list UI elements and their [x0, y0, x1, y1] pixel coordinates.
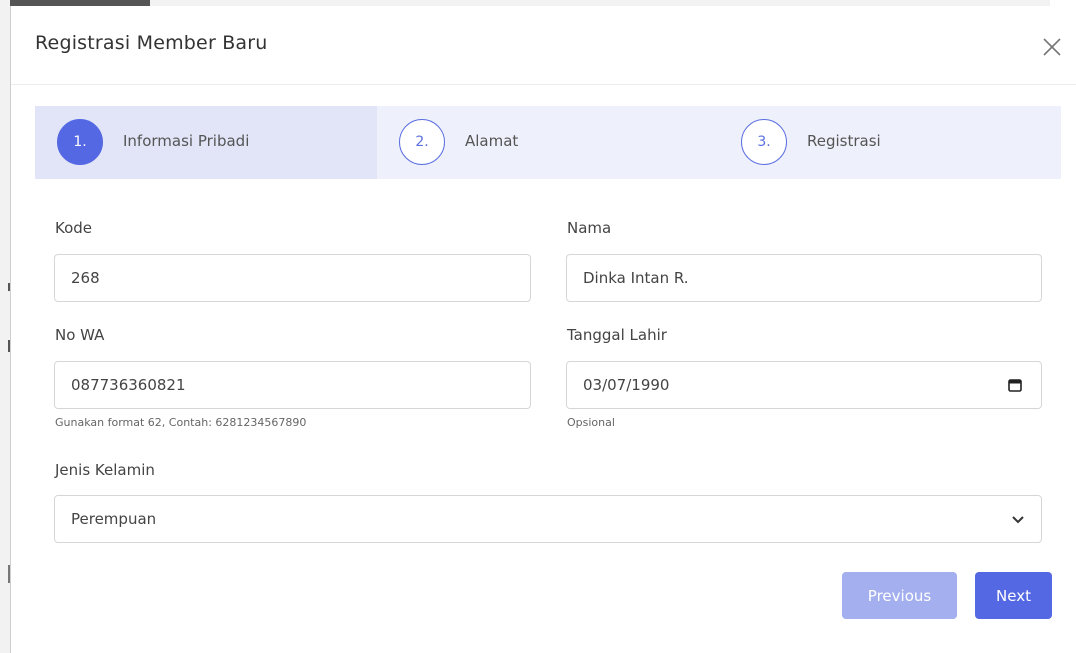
close-button[interactable]	[1041, 36, 1063, 58]
step-number: 2.	[399, 119, 445, 165]
calendar-icon[interactable]	[1007, 377, 1023, 393]
tanggal-lahir-hint: Opsional	[567, 416, 615, 429]
no-wa-input[interactable]	[54, 361, 531, 409]
close-icon	[1043, 38, 1061, 56]
jenis-kelamin-select[interactable]: Perempuan	[54, 495, 1042, 543]
tanggal-lahir-value: 03/07/1990	[583, 376, 670, 394]
registration-modal: Registrasi Member Baru 1. Informasi Prib…	[10, 6, 1076, 653]
previous-button[interactable]: Previous	[842, 572, 957, 619]
nama-label: Nama	[567, 219, 612, 237]
modal-header: Registrasi Member Baru	[11, 6, 1076, 85]
step-registrasi[interactable]: 3. Registrasi	[719, 106, 1061, 179]
no-wa-label: No WA	[55, 326, 105, 344]
kode-input[interactable]	[54, 254, 531, 302]
step-label: Informasi Pribadi	[123, 132, 250, 150]
modal-title: Registrasi Member Baru	[35, 32, 268, 54]
step-label: Registrasi	[807, 132, 881, 150]
stepper: 1. Informasi Pribadi 2. Alamat 3. Regist…	[35, 106, 1061, 179]
no-wa-hint: Gunakan format 62, Contah: 6281234567890	[55, 416, 307, 429]
step-informasi-pribadi[interactable]: 1. Informasi Pribadi	[35, 106, 377, 179]
chevron-down-icon	[1012, 516, 1024, 524]
kode-label: Kode	[55, 219, 93, 237]
nama-input[interactable]	[566, 254, 1042, 302]
step-alamat[interactable]: 2. Alamat	[377, 106, 719, 179]
step-number: 1.	[57, 119, 103, 165]
next-button[interactable]: Next	[975, 572, 1052, 619]
jenis-kelamin-label: Jenis Kelamin	[55, 461, 155, 479]
jenis-kelamin-value: Perempuan	[71, 510, 157, 528]
tanggal-lahir-input[interactable]: 03/07/1990	[566, 361, 1042, 409]
backdrop	[0, 0, 10, 653]
step-number: 3.	[741, 119, 787, 165]
tanggal-lahir-label: Tanggal Lahir	[567, 326, 667, 344]
step-label: Alamat	[465, 132, 519, 150]
